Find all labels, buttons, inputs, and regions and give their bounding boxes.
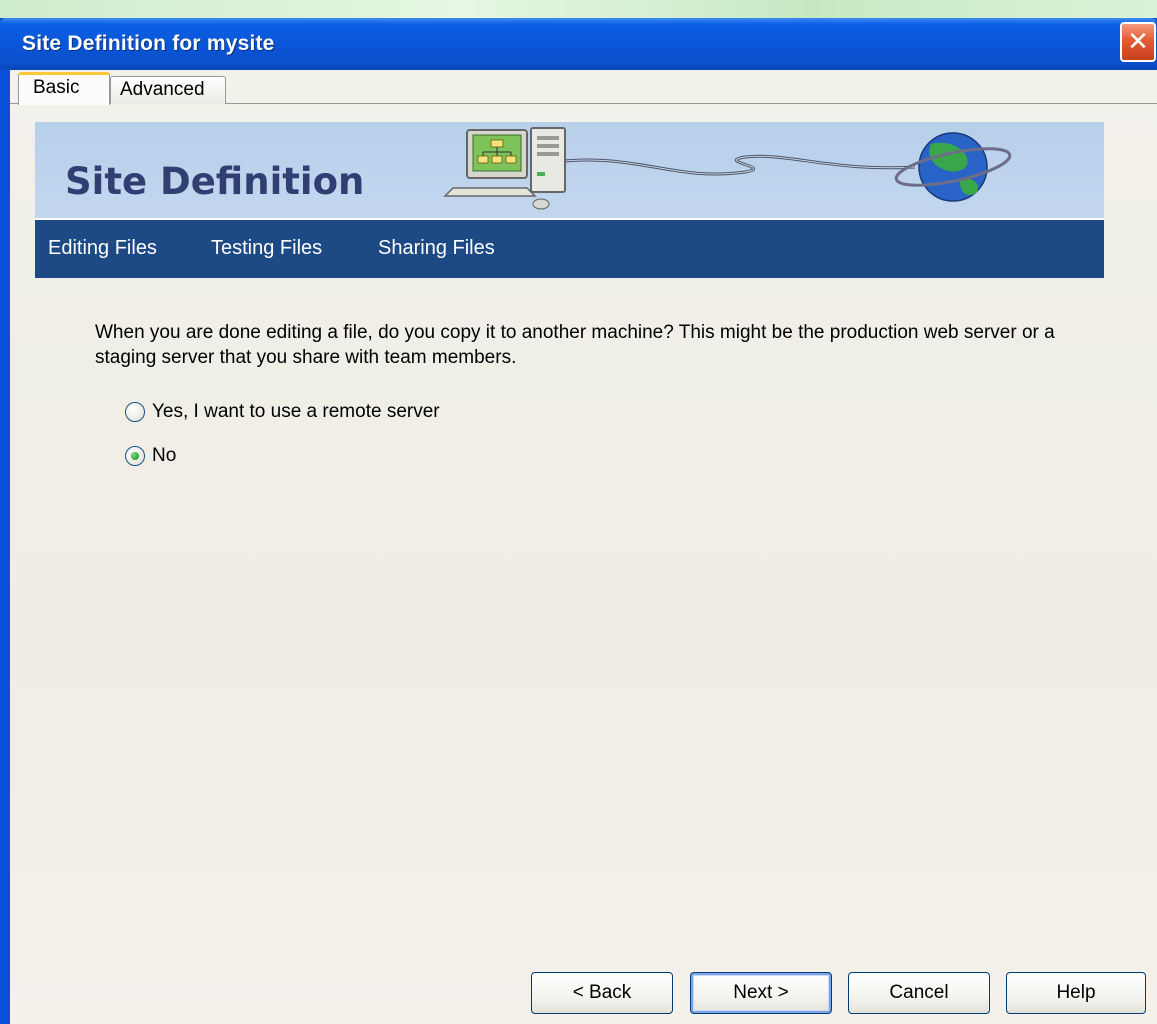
question-text: When you are done editing a file, do you… <box>95 322 1055 368</box>
radio-button[interactable] <box>125 402 145 422</box>
radio-button-selected[interactable] <box>125 446 145 466</box>
site-definition-banner: Site Definition <box>35 122 1104 218</box>
radio-dot-icon <box>131 452 139 460</box>
tab-basic[interactable]: Basic <box>18 72 110 105</box>
tab-strip: Basic Advanced <box>10 70 1157 105</box>
radio-label: Yes, I want to use a remote server <box>152 401 440 422</box>
close-icon: ✕ <box>1127 27 1149 57</box>
tab-advanced[interactable]: Advanced <box>110 76 226 104</box>
dialog-client-area: Basic Advanced Site Definition Editing F… <box>10 70 1157 1024</box>
wizard-steps-bar: Editing Files Testing Files Sharing File… <box>35 218 1104 278</box>
help-button[interactable]: Help <box>1006 972 1146 1014</box>
step-testing-files[interactable]: Testing Files <box>211 237 322 260</box>
computer-to-globe-icon <box>443 127 1012 210</box>
close-button[interactable]: ✕ <box>1120 22 1156 62</box>
site-definition-dialog: Site Definition for mysite ✕ Basic Advan… <box>0 18 1157 1024</box>
step-sharing-files[interactable]: Sharing Files <box>378 237 495 260</box>
radio-label: No <box>152 445 177 466</box>
step-editing-files[interactable]: Editing Files <box>48 237 157 260</box>
next-button[interactable]: Next > <box>690 972 832 1014</box>
radio-yes-remote-server[interactable]: Yes, I want to use a remote server <box>125 399 525 427</box>
title-bar[interactable]: Site Definition for mysite ✕ <box>0 18 1157 70</box>
back-button[interactable]: < Back <box>531 972 673 1014</box>
banner-title: Site Definition <box>65 160 365 203</box>
window-title: Site Definition for mysite <box>22 32 275 55</box>
radio-no[interactable]: No <box>125 443 225 471</box>
cancel-button[interactable]: Cancel <box>848 972 990 1014</box>
desktop-background <box>0 0 1157 18</box>
